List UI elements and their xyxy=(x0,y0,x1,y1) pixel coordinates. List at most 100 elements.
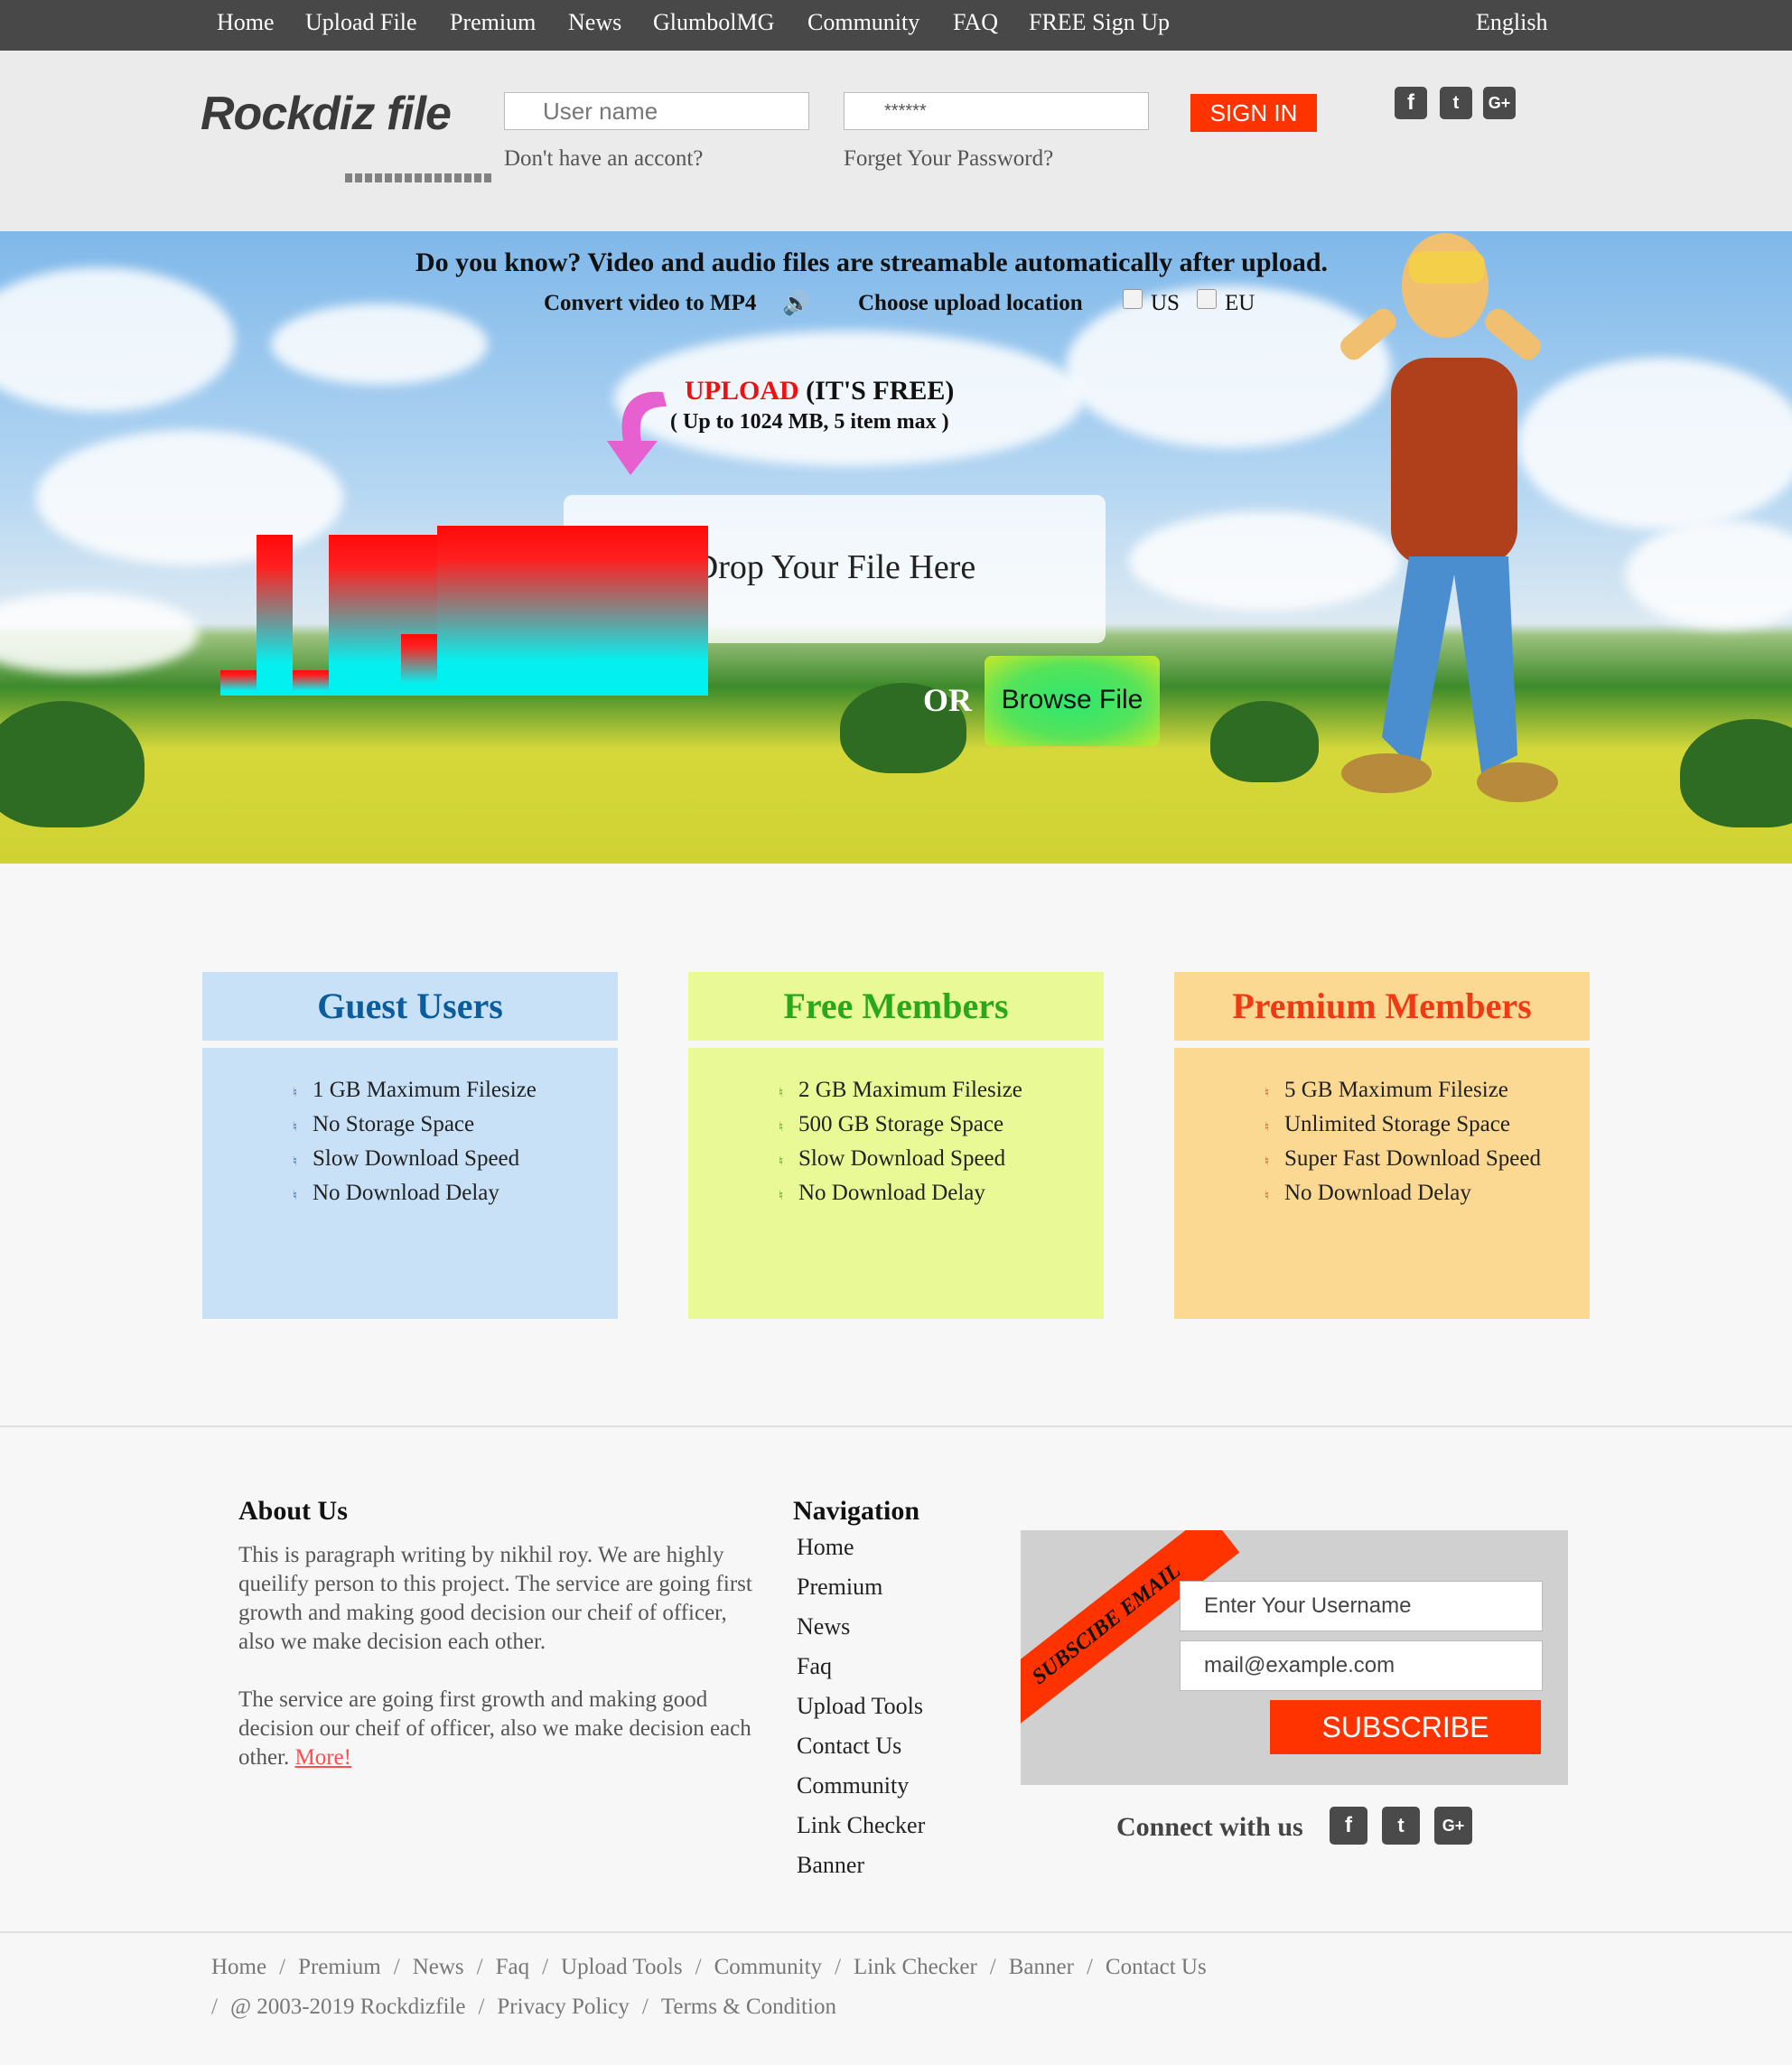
bottom-link-news[interactable]: News xyxy=(413,1955,464,1979)
overlay-bar xyxy=(401,634,437,696)
card-body: ♮ 2 GB Maximum Filesize ♮ 500 GB Storage S… xyxy=(688,1048,1104,1319)
card-title: Free Members xyxy=(688,972,1104,1041)
subscribe-button[interactable]: SUBSCRIBE xyxy=(1270,1700,1541,1754)
upload-free-label: (IT'S FREE) xyxy=(806,376,955,406)
username-input[interactable]: User name xyxy=(504,92,809,130)
google-plus-icon[interactable]: G+ xyxy=(1483,87,1516,119)
list-item: ♮ Slow Download Speed xyxy=(293,1146,520,1171)
upload-heading: UPLOAD (IT'S FREE) xyxy=(685,376,954,406)
list-item: ♮ Super Fast Download Speed xyxy=(1265,1146,1541,1171)
footer-nav-community[interactable]: Community xyxy=(797,1772,909,1799)
facebook-icon[interactable]: f xyxy=(1395,87,1427,119)
language-selector[interactable]: English xyxy=(1476,9,1547,36)
or-label: OR xyxy=(923,682,972,718)
privacy-policy-link[interactable]: Privacy Policy xyxy=(497,1995,630,2019)
hero-upload-banner: Do you know? Video and audio files are s… xyxy=(0,231,1792,864)
navigation-title: Navigation xyxy=(793,1496,920,1526)
overlay-bar xyxy=(220,670,257,696)
subscribe-username-input[interactable]: Enter Your Username xyxy=(1180,1581,1543,1631)
footer-nav-banner[interactable]: Banner xyxy=(797,1852,864,1879)
nav-news-link[interactable]: News xyxy=(568,9,621,36)
subscribe-email-input[interactable]: mail@example.com xyxy=(1180,1640,1543,1691)
nav-community-link[interactable]: Community xyxy=(807,9,919,36)
list-item: ♮ Unlimited Storage Space xyxy=(1265,1112,1510,1136)
overlay-bar xyxy=(329,535,365,696)
footer-nav-faq[interactable]: Faq xyxy=(797,1653,832,1680)
logo-bars xyxy=(345,173,491,182)
footer-nav-contact-us[interactable]: Contact Us xyxy=(797,1733,901,1760)
bottom-links-row: Home / Premium / News / Faq / Upload Tools / Commu… xyxy=(211,1955,1207,1979)
about-title: About Us xyxy=(238,1496,348,1526)
bottom-link-link-checker[interactable]: Link Checker xyxy=(854,1955,977,1979)
bottom-link-upload-tools[interactable]: Upload Tools xyxy=(561,1955,683,1979)
twitter-icon[interactable]: t xyxy=(1440,87,1472,119)
divider xyxy=(0,1931,1792,1933)
bottom-legal-row: / @ 2003-2019 Rockdizfile / Privacy Policy /… xyxy=(211,1995,836,2019)
top-navigation-bar: Home Upload File Premium News GlumbolMG … xyxy=(0,0,1792,51)
terms-link[interactable]: Terms & Condition xyxy=(661,1995,836,2019)
down-arrow-icon xyxy=(607,391,667,475)
twitter-icon[interactable]: t xyxy=(1382,1807,1420,1845)
speaker-icon[interactable]: 🔊 xyxy=(782,291,810,317)
register-link[interactable]: Don't have an accont? xyxy=(504,146,703,172)
site-logo[interactable]: Rockdiz file xyxy=(201,87,491,182)
bottom-link-contact-us[interactable]: Contact Us xyxy=(1106,1955,1207,1979)
location-us-label: US xyxy=(1151,291,1180,315)
footer-nav-upload-tools[interactable]: Upload Tools xyxy=(797,1693,923,1720)
list-item: ♮ 500 GB Storage Space xyxy=(779,1112,1004,1136)
copyright-text: @ 2003-2019 Rockdizfile xyxy=(229,1995,466,2019)
logo-text: Rockdiz file xyxy=(201,88,452,140)
forgot-password-link[interactable]: Forget Your Password? xyxy=(844,146,1053,172)
hero-title: Do you know? Video and audio files are s… xyxy=(415,248,1329,277)
upload-location-label: Choose upload location xyxy=(858,291,1083,315)
bottom-link-community[interactable]: Community xyxy=(714,1955,822,1979)
list-item: ♮ 1 GB Maximum Filesize xyxy=(293,1078,537,1102)
nav-glumbolmg-link[interactable]: GlumbolMG xyxy=(653,9,774,36)
list-item: ♮ 5 GB Maximum Filesize xyxy=(1265,1078,1508,1102)
nav-upload-file-link[interactable]: Upload File xyxy=(305,9,417,36)
facebook-icon[interactable]: f xyxy=(1330,1807,1367,1845)
upload-limit-label: ( Up to 1024 MB, 5 item max ) xyxy=(670,410,949,434)
browse-file-button[interactable]: Browse File xyxy=(985,656,1160,746)
list-item: ♮ No Download Delay xyxy=(1265,1181,1471,1205)
nav-free-signup-link[interactable]: FREE Sign Up xyxy=(1029,9,1170,36)
footer-nav-news[interactable]: News xyxy=(797,1613,850,1640)
card-body: ♮ 1 GB Maximum Filesize ♮ No Storage Space… xyxy=(202,1048,618,1319)
upload-word: UPLOAD xyxy=(685,376,799,406)
sign-in-button[interactable]: SIGN IN xyxy=(1190,94,1317,132)
about-paragraph: This is paragraph writing by nikhil roy.… xyxy=(238,1543,752,1654)
guest-users-card: Guest Users ♮ 1 GB Maximum Filesize ♮ No S… xyxy=(202,972,618,1319)
bottom-link-home[interactable]: Home xyxy=(211,1955,266,1979)
google-plus-icon[interactable]: G+ xyxy=(1434,1807,1472,1845)
card-title: Guest Users xyxy=(202,972,618,1041)
nav-faq-link[interactable]: FAQ xyxy=(953,9,998,36)
more-link[interactable]: More! xyxy=(295,1745,351,1770)
overlay-bar xyxy=(257,535,293,696)
about-paragraph: The service are going first growth and m… xyxy=(238,1687,751,1770)
nav-premium-link[interactable]: Premium xyxy=(450,9,536,36)
list-item: ♮ No Download Delay xyxy=(293,1181,499,1205)
list-item: ♮ No Download Delay xyxy=(779,1181,985,1205)
bottom-link-faq[interactable]: Faq xyxy=(496,1955,530,1979)
location-eu-checkbox[interactable] xyxy=(1197,289,1217,309)
card-body: ♮ 5 GB Maximum Filesize ♮ Unlimited Storag… xyxy=(1174,1048,1590,1319)
footer-nav-link-checker[interactable]: Link Checker xyxy=(797,1812,925,1839)
character-illustration xyxy=(1340,233,1558,802)
location-us-checkbox[interactable] xyxy=(1123,289,1143,309)
location-eu-label: EU xyxy=(1225,291,1255,315)
footer-nav-home[interactable]: Home xyxy=(797,1534,854,1561)
header: Rockdiz file User name ****** SIGN IN Do… xyxy=(0,51,1792,231)
free-members-card: Free Members ♮ 2 GB Maximum Filesize ♮ 500… xyxy=(688,972,1104,1319)
nav-home-link[interactable]: Home xyxy=(217,9,275,36)
subscribe-ribbon: SUBSCIBE EMAIL xyxy=(1021,1530,1240,1736)
password-input[interactable]: ****** xyxy=(844,92,1149,130)
browse-file-label: Browse File xyxy=(1001,685,1143,715)
subscribe-box: SUBSCIBE EMAIL Enter Your Username mail@… xyxy=(1021,1530,1568,1785)
bottom-link-premium[interactable]: Premium xyxy=(298,1955,381,1979)
footer-nav-premium[interactable]: Premium xyxy=(797,1574,882,1601)
divider xyxy=(0,1425,1792,1427)
list-item: ♮ Slow Download Speed xyxy=(779,1146,1006,1171)
bottom-link-banner[interactable]: Banner xyxy=(1009,1955,1074,1979)
list-item: ♮ No Storage Space xyxy=(293,1112,475,1136)
premium-members-card: Premium Members ♮ 5 GB Maximum Filesize ♮… xyxy=(1174,972,1590,1319)
